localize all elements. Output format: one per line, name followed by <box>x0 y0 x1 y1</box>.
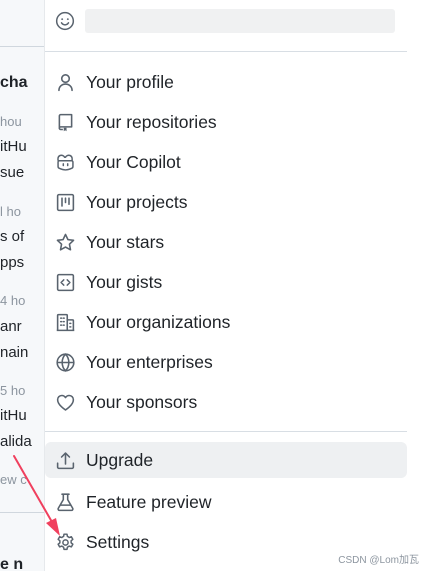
background-page: cha hou itHu sue l ho s of pps 4 ho anr … <box>0 0 44 571</box>
background-text: alida <box>0 433 32 450</box>
menu-item-your-projects[interactable]: Your projects <box>45 184 407 220</box>
menu-item-your-sponsors[interactable]: Your sponsors <box>45 384 407 420</box>
background-text: itHu <box>0 407 27 424</box>
set-status-row[interactable] <box>45 0 423 42</box>
menu-item-label: Upgrade <box>86 449 154 470</box>
background-text: cha <box>0 74 28 91</box>
background-text: 4 ho <box>0 293 26 308</box>
person-icon <box>53 70 77 94</box>
star-icon <box>53 230 77 254</box>
globe-icon <box>53 350 77 374</box>
menu-item-your-gists[interactable]: Your gists <box>45 264 407 300</box>
menu-item-label: Settings <box>86 531 150 552</box>
background-text: 5 ho <box>0 383 26 398</box>
background-text: ew c <box>0 472 27 487</box>
background-text: s of <box>0 228 25 245</box>
background-divider <box>0 46 44 47</box>
user-menu: Your profile Your repositories Your Copi… <box>44 0 423 571</box>
menu-item-label: Your repositories <box>86 111 217 132</box>
smiley-icon <box>55 11 75 31</box>
menu-item-your-copilot[interactable]: Your Copilot <box>45 144 407 180</box>
beaker-icon <box>53 490 77 514</box>
heart-icon <box>53 390 77 414</box>
gear-icon <box>53 530 77 554</box>
menu-item-your-organizations[interactable]: Your organizations <box>45 304 407 340</box>
watermark: CSDN @Lom加瓦 <box>338 555 419 566</box>
background-text: nain <box>0 344 29 361</box>
project-icon <box>53 190 77 214</box>
background-text: sue <box>0 164 25 181</box>
menu-item-label: Your organizations <box>86 311 231 332</box>
menu-item-your-profile[interactable]: Your profile <box>45 64 407 100</box>
background-text: l ho <box>0 204 21 219</box>
background-text: pps <box>0 254 25 271</box>
menu-item-label: Your sponsors <box>86 391 198 412</box>
menu-item-label: Your enterprises <box>86 351 213 372</box>
code-square-icon <box>53 270 77 294</box>
menu-item-feature-preview[interactable]: Feature preview <box>45 484 407 520</box>
repo-icon <box>53 110 77 134</box>
menu-divider <box>45 51 407 52</box>
menu-item-label: Your profile <box>86 71 174 92</box>
menu-item-label: Your Copilot <box>86 151 181 172</box>
menu-item-label: Your stars <box>86 231 165 252</box>
background-text: e n <box>0 556 24 571</box>
menu-item-your-enterprises[interactable]: Your enterprises <box>45 344 407 380</box>
upload-icon <box>53 448 77 472</box>
copilot-icon <box>53 150 77 174</box>
menu-item-label: Your gists <box>86 271 163 292</box>
menu-item-your-stars[interactable]: Your stars <box>45 224 407 260</box>
organization-icon <box>53 310 77 334</box>
background-text: anr <box>0 318 22 335</box>
menu-divider <box>45 431 407 432</box>
menu-item-upgrade[interactable]: Upgrade <box>45 442 407 478</box>
menu-item-your-repositories[interactable]: Your repositories <box>45 104 407 140</box>
background-text: itHu <box>0 138 27 155</box>
status-input[interactable] <box>85 9 395 33</box>
menu-item-label: Feature preview <box>86 491 212 512</box>
background-text: hou <box>0 114 22 129</box>
menu-item-label: Your projects <box>86 191 188 212</box>
background-divider <box>0 512 44 513</box>
